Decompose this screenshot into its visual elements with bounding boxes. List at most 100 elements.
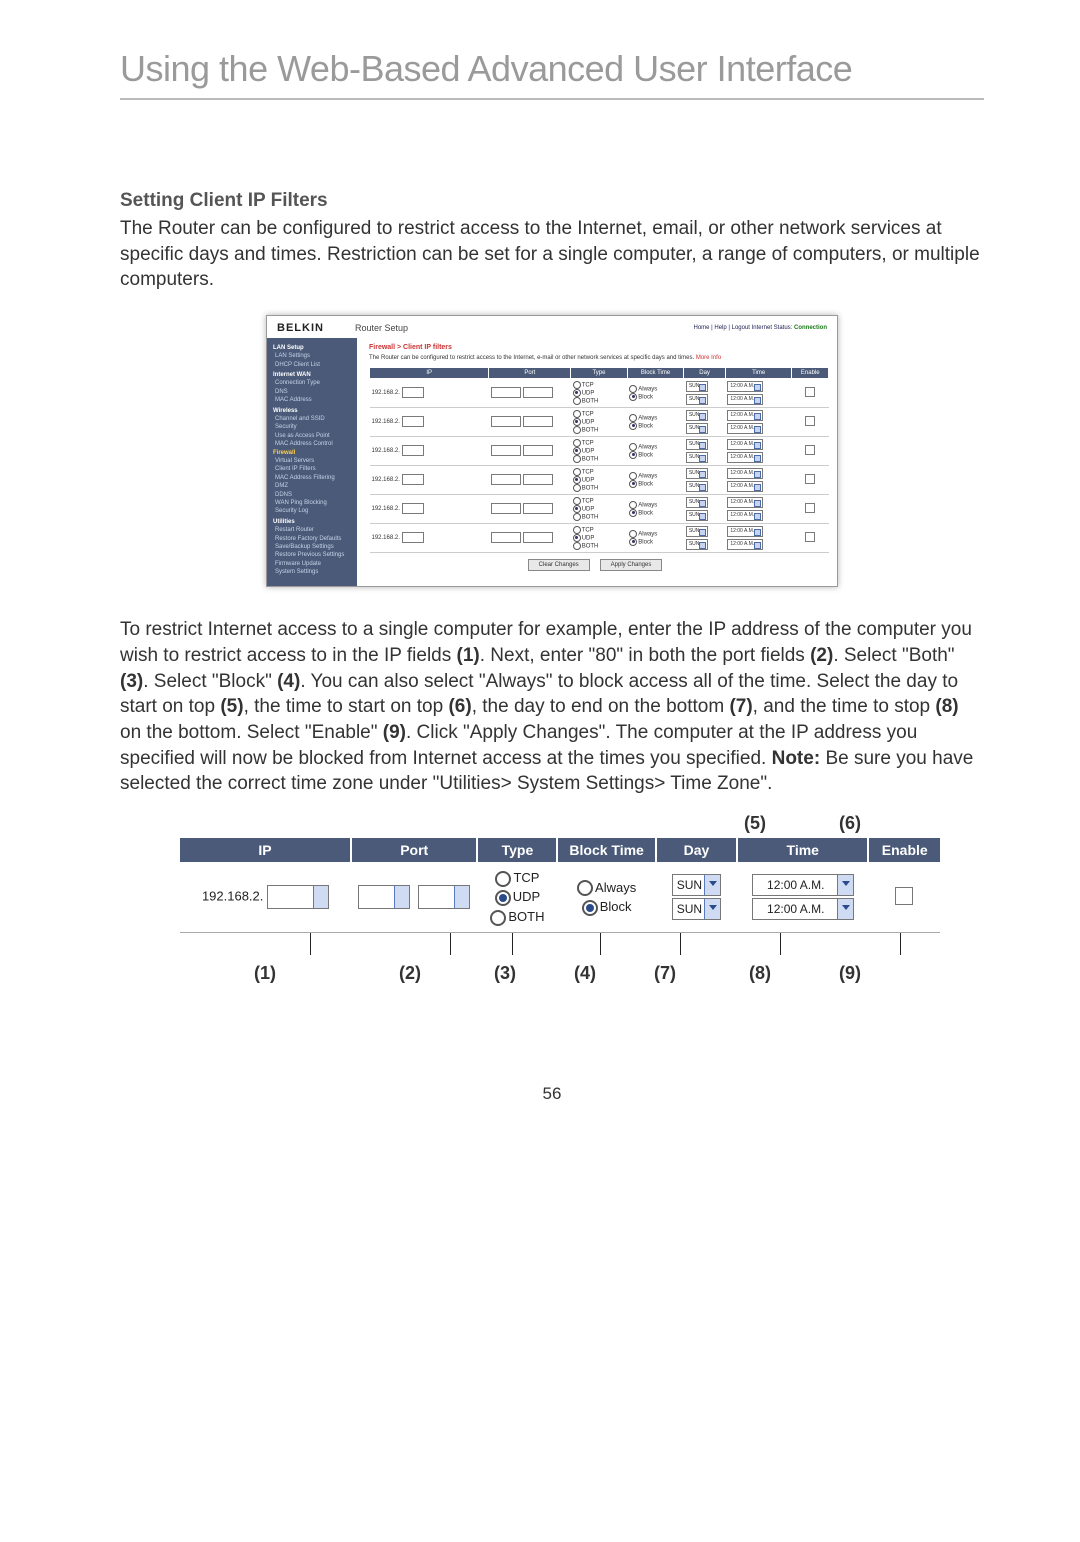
block-block-radio[interactable]	[629, 509, 637, 517]
port-input[interactable]	[523, 532, 553, 543]
day-select[interactable]: SUN	[686, 510, 709, 521]
time-select[interactable]: 12:00 A.M.	[727, 526, 763, 537]
block-block-radio[interactable]	[629, 422, 637, 430]
enable-checkbox[interactable]	[805, 445, 815, 455]
port-input[interactable]	[523, 503, 553, 514]
time-select[interactable]: 12:00 A.M.	[727, 423, 763, 434]
type-udp-radio[interactable]	[573, 447, 581, 455]
type-tcp-radio[interactable]	[573, 439, 581, 447]
sidebar-item[interactable]: Restore Factory Defaults	[273, 535, 353, 543]
day-select[interactable]: SUN	[686, 539, 709, 550]
block-always-radio[interactable]	[629, 443, 637, 451]
block-always-radio[interactable]	[629, 414, 637, 422]
port-input[interactable]	[491, 416, 521, 427]
time-select[interactable]: 12:00 A.M.	[727, 410, 763, 421]
port-input[interactable]	[523, 474, 553, 485]
block-always-radio[interactable]	[629, 501, 637, 509]
type-both-radio[interactable]	[490, 910, 506, 926]
sidebar-item[interactable]: Firmware Update	[273, 560, 353, 568]
block-block-radio[interactable]	[629, 480, 637, 488]
sidebar-item[interactable]: DDNS	[273, 491, 353, 499]
day-select[interactable]: SUN	[686, 410, 709, 421]
ip-input[interactable]	[402, 532, 424, 543]
time-select[interactable]: 12:00 A.M.	[727, 468, 763, 479]
port-input[interactable]	[491, 387, 521, 398]
time-start-select[interactable]: 12:00 A.M.	[752, 874, 854, 896]
day-select[interactable]: SUN	[686, 394, 709, 405]
time-select[interactable]: 12:00 A.M.	[727, 452, 763, 463]
type-both-radio[interactable]	[573, 426, 581, 434]
sidebar-item[interactable]: DNS	[273, 388, 353, 396]
sidebar-item[interactable]: Restart Router	[273, 526, 353, 534]
enable-checkbox[interactable]	[805, 503, 815, 513]
sidebar-item[interactable]: Virtual Servers	[273, 457, 353, 465]
type-both-radio[interactable]	[573, 513, 581, 521]
ip-input[interactable]	[402, 416, 424, 427]
clear-changes-button[interactable]: Clear Changes	[528, 559, 590, 571]
day-select[interactable]: SUN	[686, 526, 709, 537]
time-select[interactable]: 12:00 A.M.	[727, 439, 763, 450]
port-input[interactable]	[523, 416, 553, 427]
day-end-select[interactable]: SUN	[672, 898, 721, 920]
time-select[interactable]: 12:00 A.M.	[727, 481, 763, 492]
type-both-radio[interactable]	[573, 397, 581, 405]
type-udp-radio[interactable]	[573, 389, 581, 397]
block-block-radio[interactable]	[582, 900, 598, 916]
enable-checkbox[interactable]	[895, 887, 913, 905]
type-udp-radio[interactable]	[495, 890, 511, 906]
block-always-radio[interactable]	[629, 385, 637, 393]
day-select[interactable]: SUN	[686, 439, 709, 450]
sidebar-item[interactable]: Client IP Filters	[273, 465, 353, 473]
sidebar-item[interactable]: Connection Type	[273, 379, 353, 387]
type-udp-radio[interactable]	[573, 476, 581, 484]
sidebar-item[interactable]: DHCP Client List	[273, 361, 353, 369]
apply-changes-button[interactable]: Apply Changes	[600, 559, 663, 571]
block-block-radio[interactable]	[629, 538, 637, 546]
sidebar-item[interactable]: MAC Address Filtering	[273, 474, 353, 482]
type-both-radio[interactable]	[573, 455, 581, 463]
block-always-radio[interactable]	[629, 472, 637, 480]
time-select[interactable]: 12:00 A.M.	[727, 394, 763, 405]
block-block-radio[interactable]	[629, 393, 637, 401]
block-always-radio[interactable]	[577, 880, 593, 896]
type-udp-radio[interactable]	[573, 418, 581, 426]
sidebar-item[interactable]: Restore Previous Settings	[273, 551, 353, 559]
port-input-end[interactable]	[418, 885, 470, 909]
type-tcp-radio[interactable]	[573, 410, 581, 418]
enable-checkbox[interactable]	[805, 387, 815, 397]
sidebar-item[interactable]: Channel and SSID	[273, 415, 353, 423]
type-tcp-radio[interactable]	[495, 871, 511, 887]
type-tcp-radio[interactable]	[573, 468, 581, 476]
port-input[interactable]	[491, 445, 521, 456]
sidebar-active[interactable]: Firewall	[273, 449, 353, 457]
time-end-select[interactable]: 12:00 A.M.	[752, 898, 854, 920]
port-input-start[interactable]	[358, 885, 410, 909]
sidebar-item[interactable]: MAC Address Control	[273, 440, 353, 448]
ip-input[interactable]	[267, 885, 329, 909]
sidebar-item[interactable]: Save/Backup Settings	[273, 543, 353, 551]
sidebar-item[interactable]: DMZ	[273, 482, 353, 490]
day-start-select[interactable]: SUN	[672, 874, 721, 896]
enable-checkbox[interactable]	[805, 416, 815, 426]
sidebar-item[interactable]: Security Log	[273, 507, 353, 515]
port-input[interactable]	[523, 387, 553, 398]
enable-checkbox[interactable]	[805, 532, 815, 542]
day-select[interactable]: SUN	[686, 381, 709, 392]
type-tcp-radio[interactable]	[573, 526, 581, 534]
enable-checkbox[interactable]	[805, 474, 815, 484]
type-udp-radio[interactable]	[573, 534, 581, 542]
sidebar-item[interactable]: MAC Address	[273, 396, 353, 404]
sidebar-item[interactable]: System Settings	[273, 568, 353, 576]
port-input[interactable]	[491, 474, 521, 485]
type-udp-radio[interactable]	[573, 505, 581, 513]
time-select[interactable]: 12:00 A.M.	[727, 539, 763, 550]
day-select[interactable]: SUN	[686, 452, 709, 463]
block-block-radio[interactable]	[629, 451, 637, 459]
sidebar-item[interactable]: Use as Access Point	[273, 432, 353, 440]
type-tcp-radio[interactable]	[573, 497, 581, 505]
type-both-radio[interactable]	[573, 484, 581, 492]
sidebar-item[interactable]: LAN Settings	[273, 352, 353, 360]
ip-input[interactable]	[402, 387, 424, 398]
block-always-radio[interactable]	[629, 530, 637, 538]
sidebar-item[interactable]: Security	[273, 423, 353, 431]
